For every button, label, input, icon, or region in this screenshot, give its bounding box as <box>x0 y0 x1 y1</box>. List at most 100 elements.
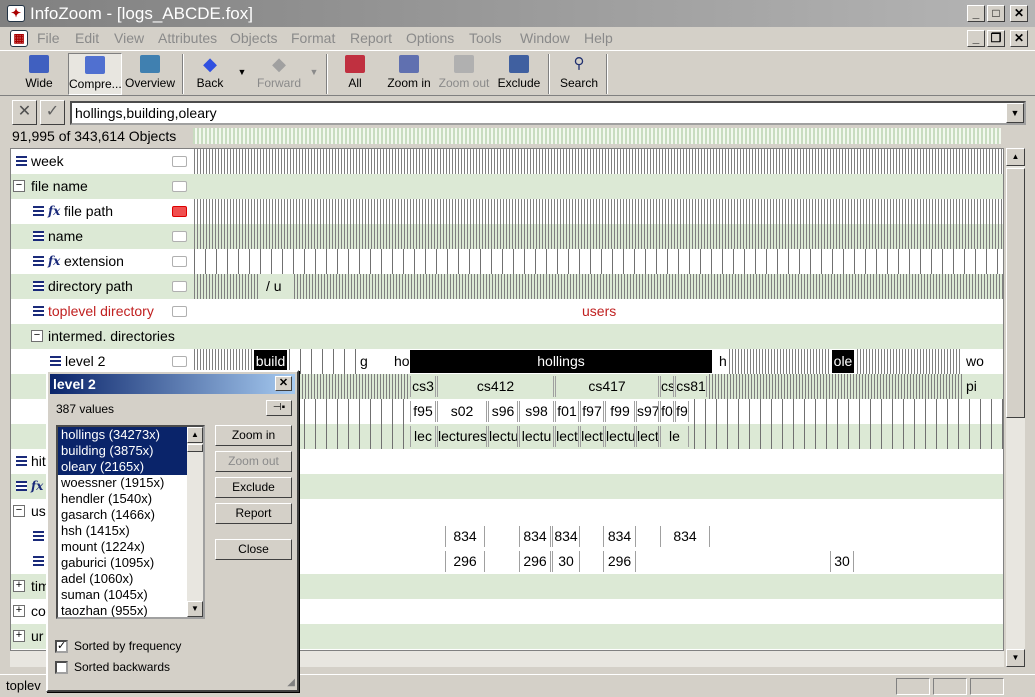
all-button[interactable]: All <box>340 53 370 95</box>
maximize-icon[interactable]: □ <box>987 5 1005 22</box>
value-cell[interactable]: 834 <box>445 526 485 547</box>
back-button[interactable]: ◆ Back <box>192 53 228 95</box>
value-cell[interactable]: cs412 <box>437 376 554 397</box>
mdi-minimize-icon[interactable]: _ <box>967 30 985 47</box>
collapse-icon[interactable]: − <box>13 505 25 517</box>
menu-report[interactable]: Report <box>350 30 392 46</box>
value-cell[interactable]: lect <box>555 426 579 447</box>
list-item[interactable]: gasarch (1466x) <box>58 507 203 523</box>
menu-tools[interactable]: Tools <box>469 30 502 46</box>
value-cell[interactable]: 834 <box>552 526 580 547</box>
list-item[interactable]: hendler (1540x) <box>58 491 203 507</box>
expand-icon[interactable]: + <box>13 630 25 642</box>
filter-input[interactable]: hollings,building,oleary ▼ <box>70 101 1026 125</box>
value-cell[interactable]: 296 <box>445 551 485 572</box>
value-bars[interactable] <box>194 224 1003 249</box>
value-cell[interactable]: 30 <box>552 551 580 572</box>
clear-filter-button[interactable]: ✕ <box>12 100 37 125</box>
search-button[interactable]: ⚲ Search <box>558 53 600 95</box>
menu-options[interactable]: Options <box>406 30 454 46</box>
doc-icon[interactable]: ▦ <box>10 30 28 47</box>
pin-icon[interactable]: ⊣▪ <box>266 400 292 416</box>
values-list[interactable]: hollings (34273x) building (3875x) oleary … <box>56 425 205 619</box>
row-intermed-directories[interactable]: − intermed. directories <box>11 324 1003 349</box>
arrow-icon[interactable] <box>172 306 187 317</box>
list-scrollbar[interactable]: ▲ ▼ <box>187 427 203 617</box>
apply-filter-button[interactable]: ✓ <box>40 100 65 125</box>
value-block[interactable]: ole <box>832 350 854 373</box>
arrow-icon[interactable] <box>172 256 187 267</box>
arrow-icon[interactable] <box>172 356 187 367</box>
value-bars[interactable] <box>194 249 1003 274</box>
zoom-out-button[interactable]: Zoom out <box>438 53 490 95</box>
value-cell[interactable]: s02 <box>437 401 487 422</box>
vertical-scrollbar[interactable]: ▲ ▼ <box>1006 148 1025 667</box>
value-cell[interactable]: f95 <box>410 401 436 422</box>
resize-grip-icon[interactable]: ◢ <box>287 677 295 688</box>
value-bars[interactable] <box>194 149 1003 174</box>
menu-format[interactable]: Format <box>291 30 335 46</box>
value-text[interactable]: wo <box>966 353 984 369</box>
value-block[interactable]: hollings <box>410 350 712 373</box>
app-icon[interactable]: ✦ <box>7 5 25 22</box>
list-item[interactable]: suman (1045x) <box>58 587 203 603</box>
value-cell[interactable]: lectu <box>519 426 554 447</box>
menu-file[interactable]: File <box>37 30 60 46</box>
mdi-close-icon[interactable]: ✕ <box>1010 30 1028 47</box>
row-extension[interactable]: fx extension <box>11 249 1003 274</box>
list-item[interactable]: oleary (2165x) <box>58 459 203 475</box>
zoom-in-button[interactable]: Zoom in <box>384 53 434 95</box>
expand-icon[interactable]: + <box>13 605 25 617</box>
arrow-icon[interactable] <box>172 231 187 242</box>
value-cell[interactable]: 834 <box>603 526 636 547</box>
value-text[interactable]: / u <box>266 278 282 294</box>
list-scroll-thumb[interactable] <box>187 444 203 452</box>
scroll-down-icon[interactable]: ▼ <box>1006 649 1025 667</box>
arrow-icon[interactable] <box>172 156 187 167</box>
menu-help[interactable]: Help <box>584 30 613 46</box>
forward-button[interactable]: ◆ Forward <box>256 53 302 95</box>
menu-attributes[interactable]: Attributes <box>158 30 217 46</box>
list-item[interactable]: building (3875x) <box>58 443 203 459</box>
sorted-backwards-checkbox[interactable] <box>55 661 68 674</box>
minimize-icon[interactable]: _ <box>967 5 985 22</box>
compressed-button[interactable]: Compre... <box>68 53 122 95</box>
list-scroll-down-icon[interactable]: ▼ <box>187 601 203 617</box>
list-item[interactable]: gaburici (1095x) <box>58 555 203 571</box>
row-directory-path[interactable]: directory path / u <box>11 274 1003 299</box>
value-cell[interactable]: 296 <box>519 551 551 572</box>
value-cell[interactable]: f99 <box>605 401 635 422</box>
value-cell[interactable]: f9 <box>675 401 689 422</box>
wide-button[interactable]: Wide <box>16 53 62 95</box>
dialog-close-button[interactable]: Close <box>215 539 292 560</box>
red-arrow-icon[interactable] <box>172 206 187 217</box>
arrow-icon[interactable] <box>172 281 187 292</box>
row-week[interactable]: week <box>11 149 1003 174</box>
value-text[interactable]: h <box>719 353 727 369</box>
value-cell[interactable]: le <box>660 426 689 447</box>
dialog-zoom-out-button[interactable]: Zoom out <box>215 451 292 472</box>
filter-dropdown-icon[interactable]: ▼ <box>1006 103 1024 123</box>
scroll-up-icon[interactable]: ▲ <box>1006 148 1025 166</box>
menu-edit[interactable]: Edit <box>75 30 99 46</box>
value-cell[interactable]: lect <box>580 426 604 447</box>
value-cell[interactable]: 296 <box>603 551 636 572</box>
value-cell[interactable]: f97 <box>580 401 604 422</box>
list-item[interactable]: woessner (1915x) <box>58 475 203 491</box>
dialog-close-icon[interactable]: ✕ <box>275 376 292 391</box>
value-cell[interactable]: f01 <box>555 401 579 422</box>
dialog-report-button[interactable]: Report <box>215 503 292 524</box>
value-cell[interactable]: s98 <box>519 401 554 422</box>
value-bars[interactable] <box>194 199 1003 224</box>
list-item[interactable]: hsh (1415x) <box>58 523 203 539</box>
menu-objects[interactable]: Objects <box>230 30 277 46</box>
row-file-name[interactable]: − file name <box>11 174 1003 199</box>
arrow-icon[interactable] <box>172 181 187 192</box>
value-cell[interactable]: lect <box>636 426 659 447</box>
overview-strip[interactable] <box>193 128 1001 144</box>
expand-icon[interactable]: + <box>13 580 25 592</box>
value-cell[interactable]: 834 <box>660 526 710 547</box>
value-cell[interactable]: 834 <box>519 526 551 547</box>
value-cell[interactable]: f0 <box>660 401 674 422</box>
list-item[interactable]: adel (1060x) <box>58 571 203 587</box>
